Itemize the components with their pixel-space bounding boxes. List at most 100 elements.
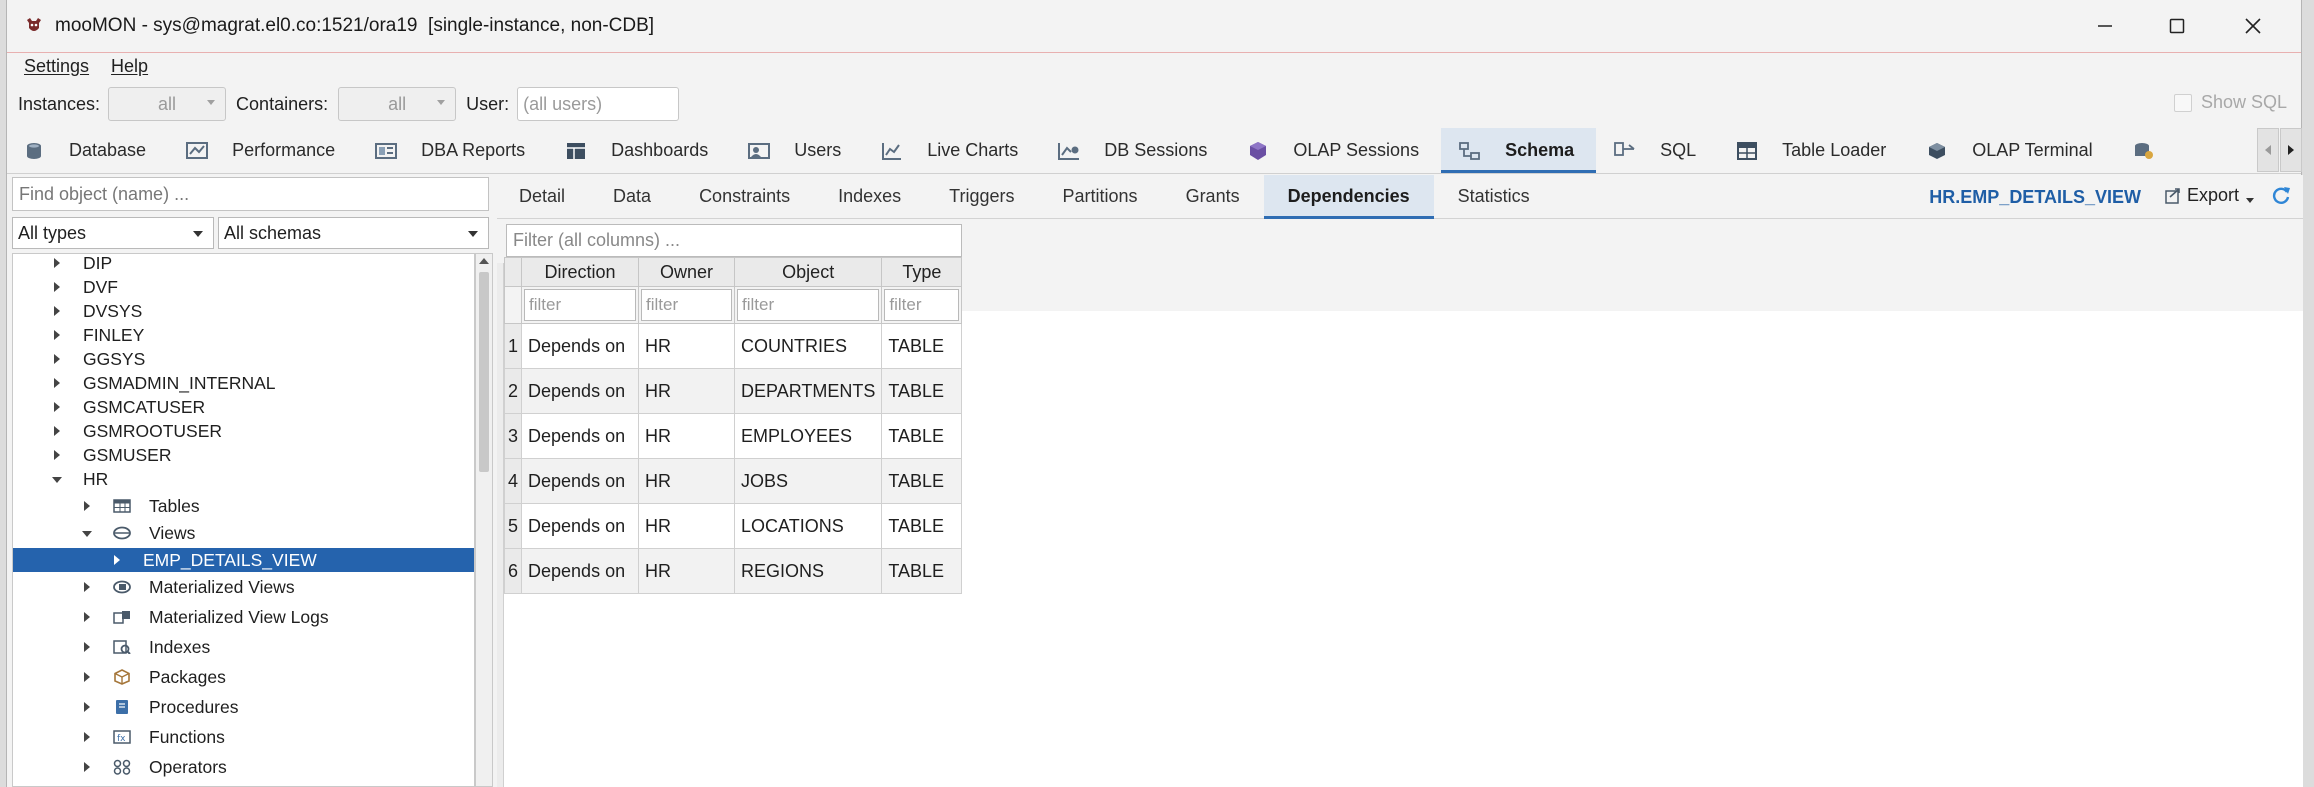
subtab-data[interactable]: Data: [589, 175, 675, 218]
tree-node-functions[interactable]: fx Functions: [13, 725, 474, 749]
expand-arrow-icon[interactable]: [54, 450, 60, 460]
expand-arrow-icon[interactable]: [54, 282, 60, 292]
tab-scroll-right-button[interactable]: [2280, 128, 2302, 172]
expand-arrow-icon[interactable]: [84, 501, 90, 511]
tree-node-gsmuser[interactable]: GSMUSER: [13, 443, 474, 467]
containers-combo[interactable]: all: [338, 87, 457, 121]
show-sql-toggle[interactable]: Show SQL: [2173, 92, 2287, 113]
tab-live-charts[interactable]: Live Charts: [863, 128, 1040, 173]
scrollbar-thumb[interactable]: [479, 272, 489, 472]
expand-arrow-icon[interactable]: [84, 582, 90, 592]
cell-type[interactable]: TABLE: [881, 503, 963, 549]
expand-arrow-icon[interactable]: [54, 258, 60, 268]
column-filter-direction[interactable]: [524, 289, 637, 321]
menu-help[interactable]: Help: [111, 56, 148, 77]
column-header-owner[interactable]: Owner: [638, 257, 736, 287]
tree-node-dvf[interactable]: DVF: [13, 275, 474, 299]
tree-scrollbar[interactable]: [475, 253, 493, 787]
expand-arrow-icon[interactable]: [54, 378, 60, 388]
cell-owner[interactable]: HR: [638, 413, 736, 459]
expand-arrow-icon[interactable]: [84, 672, 90, 682]
tree-node-materialized-views[interactable]: Materialized Views: [13, 575, 474, 599]
tree-node-operators[interactable]: Operators: [13, 755, 474, 779]
tree-node-tables[interactable]: Tables: [13, 494, 474, 518]
column-filter-object[interactable]: [737, 289, 880, 321]
tab-performance[interactable]: Performance: [168, 128, 357, 173]
cell-owner[interactable]: HR: [638, 368, 736, 414]
show-sql-checkbox[interactable]: [2173, 93, 2192, 112]
tab-db-sessions[interactable]: DB Sessions: [1040, 128, 1229, 173]
cell-direction[interactable]: Depends on: [521, 503, 640, 549]
export-button[interactable]: Export: [2165, 185, 2255, 206]
cell-direction[interactable]: Depends on: [521, 458, 640, 504]
tab-users[interactable]: Users: [730, 128, 863, 173]
maximize-button[interactable]: [2141, 0, 2213, 52]
expand-arrow-icon[interactable]: [54, 426, 60, 436]
cell-object[interactable]: JOBS: [734, 458, 883, 504]
expand-arrow-icon[interactable]: [84, 642, 90, 652]
expand-arrow-icon[interactable]: [54, 402, 60, 412]
expand-arrow-icon[interactable]: [84, 762, 90, 772]
table-row[interactable]: 4 Depends on HR JOBS TABLE: [503, 458, 963, 504]
find-object-input[interactable]: [12, 177, 489, 211]
column-header-type[interactable]: Type: [881, 257, 963, 287]
column-filter-type[interactable]: [884, 289, 960, 321]
expand-arrow-icon[interactable]: [114, 555, 120, 565]
subtab-triggers[interactable]: Triggers: [925, 175, 1038, 218]
tree-node-emp-details-view[interactable]: EMP_DETAILS_VIEW: [13, 548, 474, 572]
table-row[interactable]: 6 Depends on HR REGIONS TABLE: [503, 548, 963, 594]
cell-object[interactable]: DEPARTMENTS: [734, 368, 883, 414]
table-row[interactable]: 1 Depends on HR COUNTRIES TABLE: [503, 323, 963, 369]
refresh-button[interactable]: [2271, 185, 2291, 210]
type-select[interactable]: All types: [12, 217, 214, 249]
expand-arrow-icon[interactable]: [84, 612, 90, 622]
cell-type[interactable]: TABLE: [881, 368, 963, 414]
tab-sql[interactable]: SQL: [1596, 128, 1718, 173]
tree-node-ggsys[interactable]: GGSYS: [13, 347, 474, 371]
menu-settings[interactable]: Settings: [24, 56, 89, 77]
cell-owner[interactable]: HR: [638, 548, 736, 594]
tab-olap-terminal[interactable]: OLAP Terminal: [1908, 128, 2114, 173]
table-row[interactable]: 3 Depends on HR EMPLOYEES TABLE: [503, 413, 963, 459]
tree-node-gsmrootuser[interactable]: GSMROOTUSER: [13, 419, 474, 443]
user-input[interactable]: [517, 87, 680, 121]
cell-object[interactable]: REGIONS: [734, 548, 883, 594]
tab-olap-sessions[interactable]: OLAP Sessions: [1229, 128, 1441, 173]
expand-arrow-icon[interactable]: [54, 306, 60, 316]
column-header-object[interactable]: Object: [734, 257, 883, 287]
filter-all-columns-input[interactable]: [506, 224, 962, 257]
instances-combo[interactable]: all: [108, 87, 227, 121]
cell-object[interactable]: LOCATIONS: [734, 503, 883, 549]
tab-schema[interactable]: Schema: [1441, 128, 1597, 173]
collapse-arrow-icon[interactable]: [52, 477, 62, 483]
cell-type[interactable]: TABLE: [881, 548, 963, 594]
expand-arrow-icon[interactable]: [54, 330, 60, 340]
cell-direction[interactable]: Depends on: [521, 323, 640, 369]
table-row[interactable]: 2 Depends on HR DEPARTMENTS TABLE: [503, 368, 963, 414]
tree-node-finley[interactable]: FINLEY: [13, 323, 474, 347]
subtab-dependencies[interactable]: Dependencies: [1263, 175, 1434, 219]
cell-owner[interactable]: HR: [638, 503, 736, 549]
cell-type[interactable]: TABLE: [881, 323, 963, 369]
cell-type[interactable]: TABLE: [881, 413, 963, 459]
cell-owner[interactable]: HR: [638, 458, 736, 504]
column-header-direction[interactable]: Direction: [521, 257, 640, 287]
tree-node-dvsys[interactable]: DVSYS: [13, 299, 474, 323]
cell-object[interactable]: COUNTRIES: [734, 323, 883, 369]
cell-direction[interactable]: Depends on: [521, 368, 640, 414]
tree-node-materialized-view-logs[interactable]: Materialized View Logs: [13, 605, 474, 629]
tree-node-packages[interactable]: Packages: [13, 665, 474, 689]
tree-node-hr[interactable]: HR: [13, 467, 474, 491]
column-filter-owner[interactable]: [641, 289, 733, 321]
schema-select[interactable]: All schemas: [218, 217, 489, 249]
cell-owner[interactable]: HR: [638, 323, 736, 369]
tab-dba-reports[interactable]: DBA Reports: [357, 128, 547, 173]
tab-table-loader[interactable]: Table Loader: [1718, 128, 1908, 173]
tab-partial-next[interactable]: [2115, 128, 2179, 173]
cell-direction[interactable]: Depends on: [521, 548, 640, 594]
subtab-statistics[interactable]: Statistics: [1434, 175, 1554, 218]
close-button[interactable]: [2217, 0, 2289, 52]
expand-arrow-icon[interactable]: [54, 354, 60, 364]
cell-direction[interactable]: Depends on: [521, 413, 640, 459]
tab-dashboards[interactable]: Dashboards: [547, 128, 730, 173]
